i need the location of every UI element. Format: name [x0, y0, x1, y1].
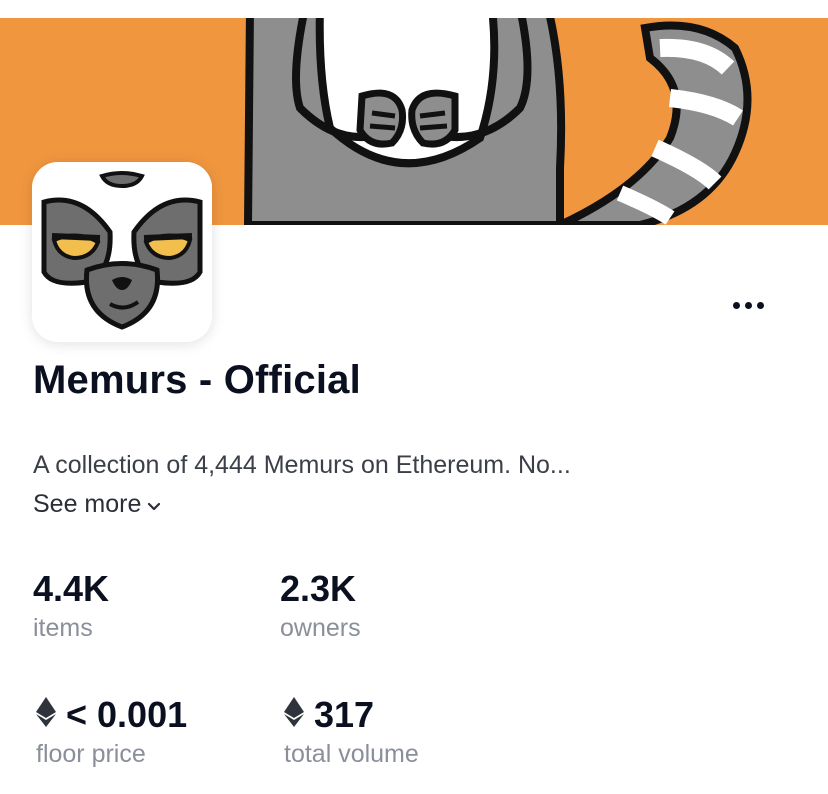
ethereum-icon [36, 694, 56, 736]
collection-avatar [32, 162, 212, 342]
see-more-button[interactable]: See more [33, 490, 161, 519]
stat-total-volume: 317 total volume [284, 694, 419, 769]
stat-owners: 2.3K owners [280, 568, 361, 643]
stat-items-label: items [33, 614, 93, 642]
stat-owners-label: owners [280, 614, 361, 642]
stat-floor-price-value: < 0.001 [66, 694, 188, 735]
stat-floor-price-label: floor price [36, 740, 146, 768]
stat-items-value: 4.4K [33, 568, 110, 609]
see-more-label: See more [33, 490, 142, 518]
stat-owners-value: 2.3K [280, 568, 357, 609]
stat-floor-price: < 0.001 floor price [36, 694, 187, 769]
top-bar [0, 0, 828, 18]
chevron-down-icon [147, 490, 161, 519]
collection-title: Memurs - Official [33, 358, 361, 402]
more-options-button[interactable] [722, 288, 774, 322]
ethereum-icon [284, 694, 304, 736]
stat-items: 4.4K items [33, 568, 109, 643]
more-options-icon [732, 301, 764, 309]
collection-description: A collection of 4,444 Memurs on Ethereum… [33, 451, 571, 479]
stat-total-volume-label: total volume [284, 740, 419, 768]
stat-total-volume-value: 317 [314, 694, 375, 735]
